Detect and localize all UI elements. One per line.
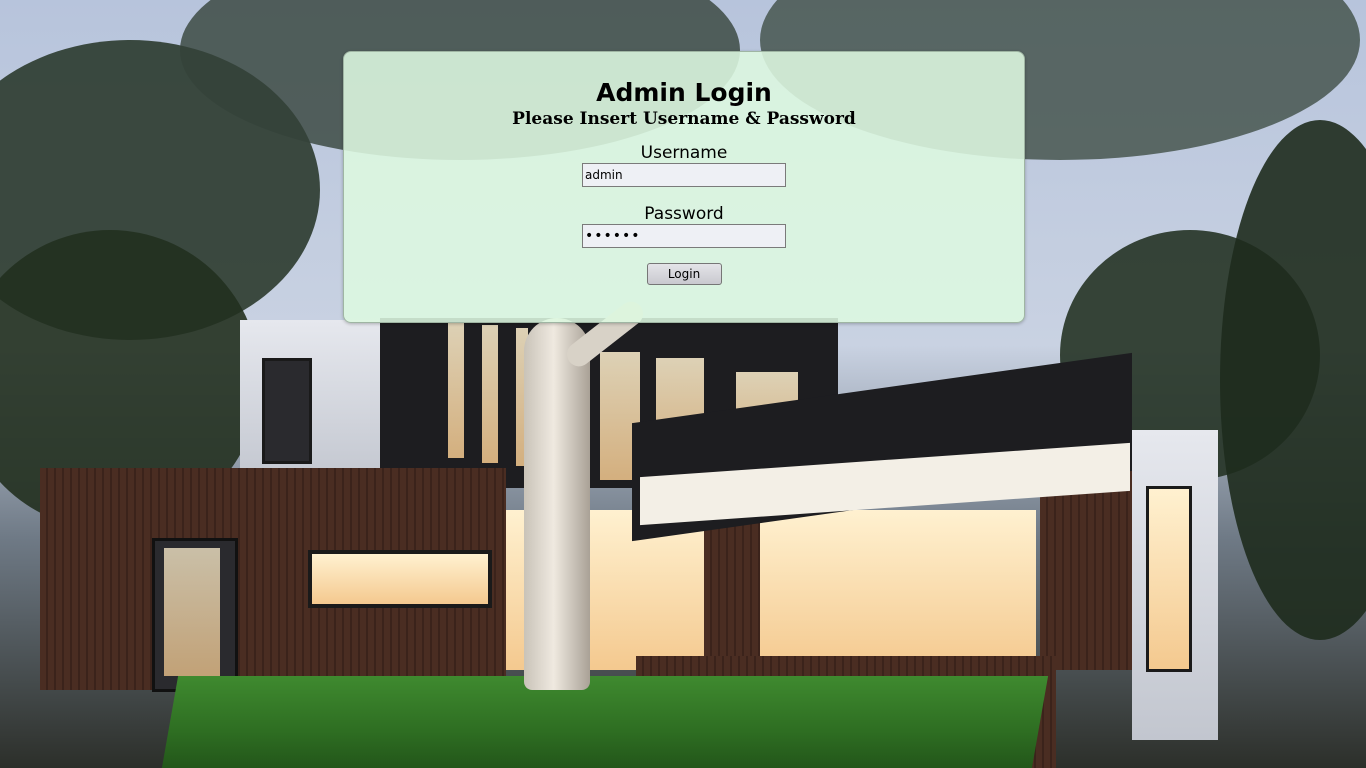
password-input[interactable] (582, 224, 786, 248)
login-page: Admin Login Please Insert Username & Pas… (0, 0, 1366, 768)
login-subtitle: Please Insert Username & Password (512, 109, 856, 129)
username-label: Username (640, 143, 728, 163)
login-panel: Admin Login Please Insert Username & Pas… (343, 51, 1025, 323)
username-input[interactable] (582, 163, 786, 187)
login-title: Admin Login (596, 78, 772, 107)
login-button[interactable]: Login (646, 263, 722, 285)
password-label: Password (644, 204, 724, 224)
